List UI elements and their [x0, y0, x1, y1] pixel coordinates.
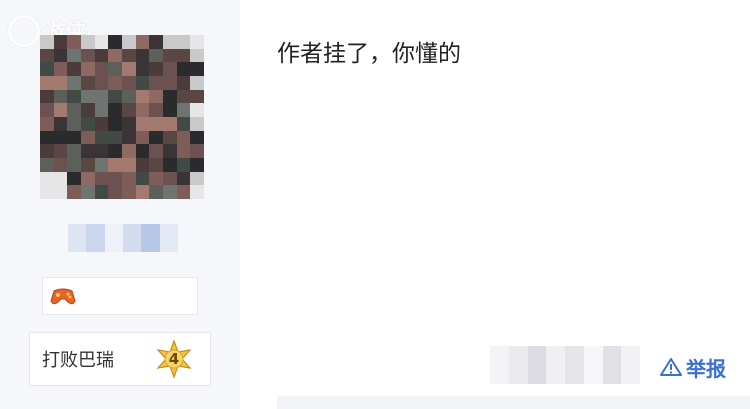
gamepad-icon	[50, 288, 76, 305]
user-badge-box	[42, 277, 198, 315]
achievement-box[interactable]: 打败巴瑞 4	[29, 332, 211, 386]
username-blurred[interactable]	[68, 224, 178, 252]
warning-triangle-icon	[660, 358, 682, 376]
post-meta-blurred	[490, 346, 640, 384]
comment-text: 作者挂了，你懂的	[277, 41, 461, 67]
report-label: 举报	[686, 356, 726, 381]
avatar[interactable]	[40, 35, 204, 199]
level-star-icon: 4	[154, 339, 194, 379]
divider	[277, 396, 750, 409]
report-button[interactable]: 举报	[660, 354, 726, 381]
watermark-logo-icon	[8, 15, 40, 47]
achievement-label: 打败巴瑞	[42, 350, 114, 371]
user-info-panel: 游侠 打败巴瑞 4	[0, 0, 240, 409]
achievement-level: 4	[168, 350, 180, 368]
